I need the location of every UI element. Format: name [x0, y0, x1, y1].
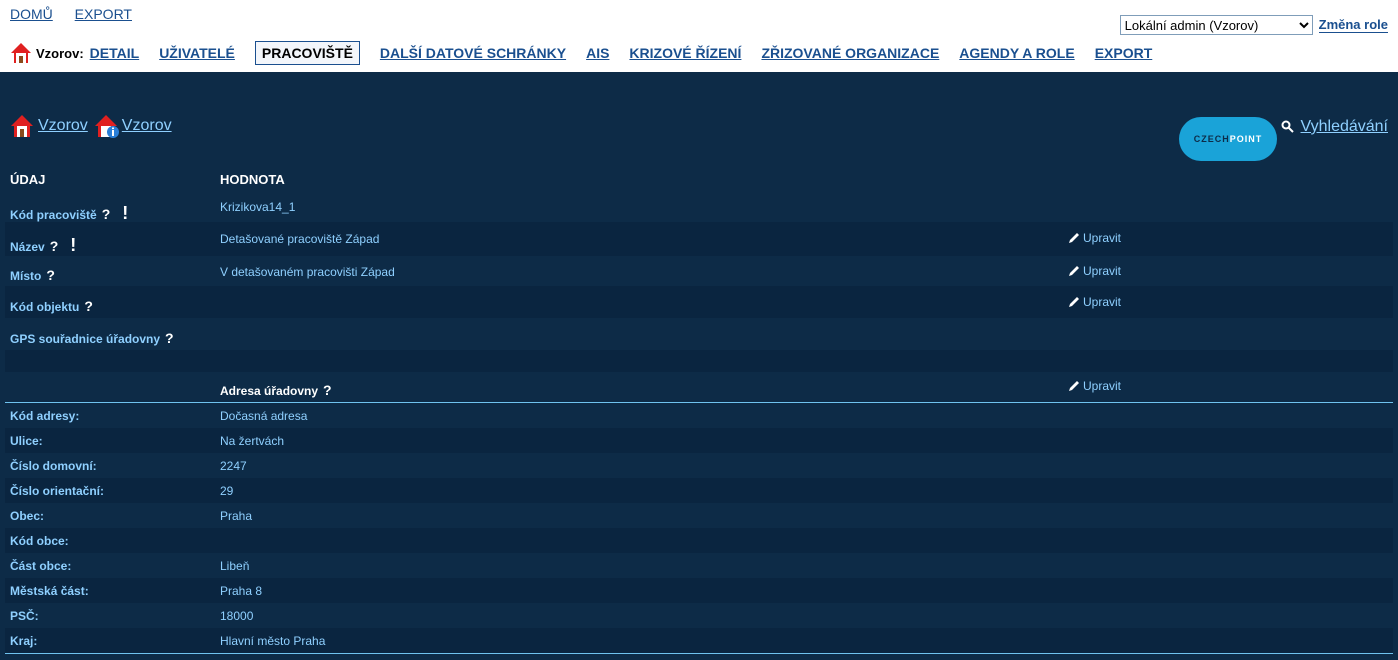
row-value: Praha 8	[220, 584, 263, 598]
table-row: Část obce: Libeň	[5, 553, 1393, 578]
row-value: Libeň	[220, 559, 250, 573]
row-value: Hlavní město Praha	[220, 634, 326, 648]
table-row: GPS souřadnice úřadovny?	[5, 318, 1393, 350]
main-nav: Vzorov: DETAIL UŽIVATELÉ PRACOVIŠTĚ DALŠ…	[10, 38, 1172, 68]
search-link[interactable]: Vyhledávání	[1301, 118, 1388, 136]
row-value: Dočasná adresa	[220, 409, 308, 423]
nav-context: Vzorov:	[36, 45, 84, 61]
table-row: Obec: Praha	[5, 503, 1393, 528]
row-label: Číslo domovní:	[10, 459, 97, 473]
role-switcher: Lokální admin (Vzorov) Změna role	[1119, 15, 1388, 35]
row-label: Kód pracoviště?!	[10, 203, 129, 223]
row-label: Část obce:	[10, 559, 72, 573]
tab-export[interactable]: EXPORT	[1095, 42, 1153, 64]
tab-detail[interactable]: DETAIL	[90, 42, 140, 64]
top-bar: DOMŮ EXPORT Lokální admin (Vzorov) Změna…	[0, 0, 1398, 72]
help-icon[interactable]: ?	[323, 382, 332, 398]
row-label: GPS souřadnice úřadovny?	[10, 330, 174, 346]
table-row: PSČ: 18000	[5, 603, 1393, 628]
table-row: Kód pracoviště?! Krizikova14_1	[5, 194, 1393, 223]
row-label: Kód objektu?	[10, 298, 93, 314]
pencil-icon	[1069, 265, 1079, 276]
row-label: PSČ:	[10, 609, 39, 623]
edit-button[interactable]: Upravit	[1067, 295, 1121, 309]
edit-button[interactable]: Upravit	[1067, 264, 1121, 278]
house-icon	[11, 43, 31, 63]
row-value: 29	[220, 484, 234, 498]
help-icon[interactable]: ?	[102, 206, 111, 222]
help-icon[interactable]: ?	[50, 238, 59, 254]
row-label: Kód obce:	[10, 534, 69, 548]
breadcrumb-item[interactable]: Vzorov	[122, 117, 172, 135]
table-row: Kraj: Hlavní město Praha	[5, 628, 1393, 653]
table-row: Číslo orientační: 29	[5, 478, 1393, 503]
table-row: Název?! Detašované pracoviště Západ Upra…	[5, 222, 1393, 256]
search: Vyhledávání	[1281, 118, 1388, 136]
row-label: Číslo orientační:	[10, 484, 105, 498]
main-content: Vzorov Vzorov CZECH POINT Vyhledávání ÚDA…	[0, 72, 1398, 660]
tab-ais[interactable]: AIS	[586, 42, 609, 64]
home-link[interactable]: DOMŮ	[10, 6, 53, 22]
edit-button[interactable]: Upravit	[1067, 379, 1121, 393]
table-row: Městská část: Praha 8	[5, 578, 1393, 603]
breadcrumb: Vzorov Vzorov	[10, 114, 178, 138]
table-row: Kód adresy: Dočasná adresa	[5, 403, 1393, 428]
col-header-label: ÚDAJ	[10, 172, 46, 187]
row-label: Ulice:	[10, 434, 43, 448]
row-value: Praha	[220, 509, 253, 523]
required-icon: !	[122, 203, 129, 223]
row-value: V detašovaném pracovišti Západ	[220, 265, 395, 279]
pencil-icon	[1069, 296, 1079, 307]
tab-agendas[interactable]: AGENDY A ROLE	[959, 42, 1074, 64]
help-icon[interactable]: ?	[165, 330, 174, 346]
required-icon: !	[70, 235, 77, 255]
row-value: Na žertvách	[220, 434, 285, 448]
edit-button[interactable]: Upravit	[1067, 231, 1121, 245]
row-label: Obec:	[10, 509, 45, 523]
change-role-link[interactable]: Změna role	[1318, 17, 1388, 33]
table-row: Číslo domovní: 2247	[5, 453, 1393, 478]
house-info-icon	[94, 115, 119, 138]
address-title: Adresa úřadovny?	[220, 382, 332, 398]
table-row: Ulice: Na žertvách	[5, 428, 1393, 453]
row-label: Název?!	[10, 235, 77, 255]
export-top-link[interactable]: EXPORT	[75, 6, 132, 22]
tab-crisis[interactable]: KRIZOVÉ ŘÍZENÍ	[629, 42, 741, 64]
row-value: Detašované pracoviště Západ	[220, 232, 380, 246]
divider	[5, 653, 1393, 654]
top-links: DOMŮ EXPORT	[10, 6, 150, 22]
table-row: Kód obce:	[5, 528, 1393, 553]
row-value: Krizikova14_1	[220, 200, 296, 214]
row-value: 18000	[220, 609, 254, 623]
czechpoint-logo: CZECH POINT	[1179, 117, 1277, 161]
pencil-icon	[1069, 380, 1079, 391]
help-icon[interactable]: ?	[46, 267, 55, 283]
row-label: Místo?	[10, 267, 55, 283]
role-select[interactable]: Lokální admin (Vzorov)	[1119, 15, 1313, 35]
table-row: Místo? V detašovaném pracovišti Západ Up…	[5, 256, 1393, 286]
search-icon	[1281, 120, 1294, 133]
breadcrumb-item[interactable]: Vzorov	[38, 117, 88, 135]
row-label: Městská část:	[10, 584, 89, 598]
tab-data-boxes[interactable]: DALŠÍ DATOVÉ SCHRÁNKY	[380, 42, 566, 64]
tab-organizations[interactable]: ZŘIZOVANÉ ORGANIZACE	[761, 42, 939, 64]
table-row: Kód objektu? Upravit	[5, 286, 1393, 318]
row-label: Kód adresy:	[10, 409, 80, 423]
tab-workplaces[interactable]: PRACOVIŠTĚ	[254, 41, 360, 65]
col-header-value: HODNOTA	[220, 172, 285, 187]
address-header: Adresa úřadovny? Upravit	[5, 372, 1393, 402]
row-value: 2247	[220, 459, 247, 473]
table-row-spacer	[5, 350, 1393, 372]
row-label: Kraj:	[10, 634, 38, 648]
house-icon	[11, 115, 33, 137]
pencil-icon	[1069, 232, 1079, 243]
tab-users[interactable]: UŽIVATELÉ	[159, 42, 235, 64]
help-icon[interactable]: ?	[84, 298, 93, 314]
